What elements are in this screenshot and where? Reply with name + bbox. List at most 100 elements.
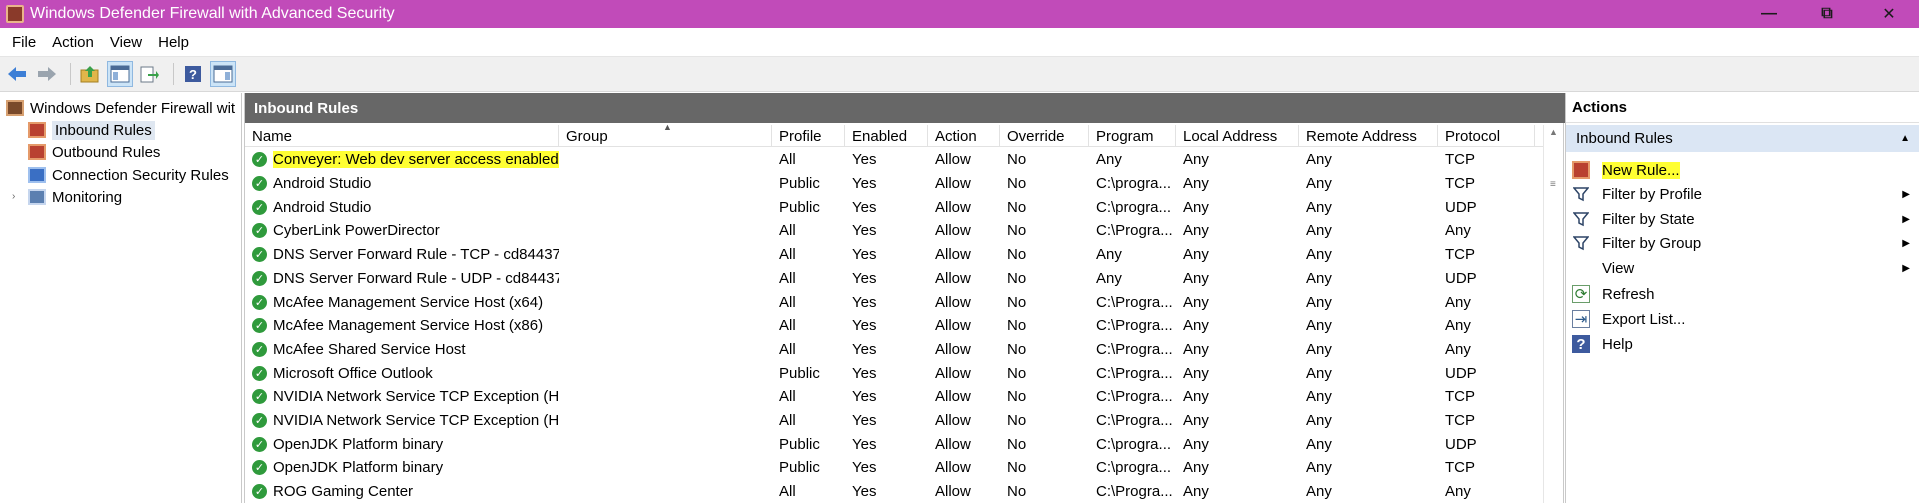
table-row[interactable]: ✓ OpenJDK Platform binary Public Yes Allow No… [245,432,1545,456]
cell-profile: Public [779,198,820,216]
table-row[interactable]: ✓ Android Studio Public Yes Allow No C:\progra… [245,172,1545,196]
cell-override: No [1007,483,1027,501]
column-header-name[interactable]: Name [245,125,559,147]
cell-remote-address: Any [1306,151,1332,169]
cell-action: Allow [935,151,971,169]
cell-program: C:\Progra... [1096,483,1173,501]
outbound-rules-icon [28,144,46,160]
filter-icon [1572,234,1590,252]
show-action-pane-icon[interactable] [210,61,236,87]
enabled-check-icon: ✓ [252,436,267,452]
column-header-profile[interactable]: Profile [772,125,845,147]
cell-action: Allow [935,340,971,358]
show-hide-console-tree-icon[interactable] [107,61,133,87]
scroll-up-icon[interactable]: ▲ [1549,127,1558,137]
tree-item-connection-security-rules[interactable]: Connection Security Rules [28,164,229,186]
table-row[interactable]: ✓ McAfee Management Service Host (x86) All… [245,314,1545,338]
enabled-check-icon: ✓ [252,176,267,192]
cell-override: No [1007,246,1027,264]
rules-list: ✓ Conveyer: Web dev server access enabled… [245,148,1545,503]
cell-remote-address: Any [1306,435,1332,453]
cell-profile: All [779,293,796,311]
help-icon[interactable]: ? [180,61,206,87]
column-header-local-address[interactable]: Local Address [1176,125,1299,147]
enabled-check-icon: ✓ [252,341,267,357]
menu-file[interactable]: File [4,34,44,51]
column-header-remote-address[interactable]: Remote Address [1299,125,1438,147]
cell-profile: All [779,222,796,240]
collapse-caret-icon[interactable]: ▲ [1900,133,1910,144]
cell-protocol: UDP [1445,269,1477,287]
menu-help[interactable]: Help [150,34,197,51]
action-label: Refresh [1602,285,1655,303]
action-label: Filter by Profile [1602,185,1703,203]
table-row[interactable]: ✓ NVIDIA Network Service TCP Exception (H… [245,409,1545,433]
action-label: View [1602,259,1635,277]
column-header-action[interactable]: Action [928,125,1000,147]
forward-arrow-icon[interactable] [34,61,60,87]
table-row[interactable]: ✓ McAfee Shared Service Host All Yes Allow No… [245,338,1545,362]
tree-item-outbound-rules[interactable]: Outbound Rules [28,141,160,163]
maximize-button[interactable]: ⧉ [1798,0,1856,28]
cell-group [559,409,772,433]
table-row[interactable]: ✓ DNS Server Forward Rule - UDP - cd84437… [245,267,1545,291]
table-row[interactable]: ✓ Microsoft Office Outlook Public Yes Allow N… [245,361,1545,385]
table-row[interactable]: ✓ Conveyer: Web dev server access enabled… [245,148,1545,172]
help-icon: ? [1572,335,1590,353]
cell-override: No [1007,317,1027,335]
cell-remote-address: Any [1306,269,1332,287]
table-row[interactable]: ✓ CyberLink PowerDirector All Yes Allow No C:\… [245,219,1545,243]
cell-remote-address: Any [1306,483,1332,501]
menu-action[interactable]: Action [44,34,102,51]
column-header-enabled[interactable]: Enabled [845,125,928,147]
toolbar: ? [0,56,1919,92]
enabled-check-icon: ✓ [252,318,267,334]
column-header-program[interactable]: Program [1089,125,1176,147]
enabled-check-icon: ✓ [252,484,267,500]
cell-group [559,432,772,456]
table-row[interactable]: ✓ Android Studio Public Yes Allow No C:\progra… [245,195,1545,219]
expand-chevron-icon[interactable]: › [12,191,15,202]
cell-action: Allow [935,293,971,311]
enabled-check-icon: ✓ [252,247,267,263]
tree-root[interactable]: Windows Defender Firewall wit [6,97,235,119]
back-arrow-icon[interactable] [4,61,30,87]
action-label: New Rule... [1602,161,1680,179]
cell-name: ✓ DNS Server Forward Rule - UDP - cd84437… [245,267,559,291]
column-header-override[interactable]: Override [1000,125,1089,147]
menu-view[interactable]: View [102,34,150,51]
vertical-scrollbar[interactable]: ▲ ≡ [1543,125,1563,503]
minimize-button[interactable]: — [1740,0,1798,28]
cell-remote-address: Any [1306,198,1332,216]
cell-local-address: Any [1183,269,1209,287]
cell-action: Allow [935,364,971,382]
table-row[interactable]: ✓ McAfee Management Service Host (x64) All… [245,290,1545,314]
action-label: Export List... [1602,310,1686,328]
enabled-check-icon: ✓ [252,294,267,310]
monitoring-icon [28,189,46,205]
cell-enabled: Yes [852,459,877,477]
cell-protocol: TCP [1445,246,1475,264]
actions-section-label: Inbound Rules [1576,130,1673,147]
export-list-icon[interactable] [137,61,163,87]
table-row[interactable]: ✓ NVIDIA Network Service TCP Exception (H… [245,385,1545,409]
enabled-check-icon: ✓ [252,152,267,168]
tree-item-inbound-rules[interactable]: Inbound Rules [28,119,155,141]
close-button[interactable]: ✕ [1860,0,1918,28]
up-folder-icon[interactable] [77,61,103,87]
cell-local-address: Any [1183,364,1209,382]
column-header-protocol[interactable]: Protocol [1438,125,1535,147]
actions-section-inbound-rules[interactable]: Inbound Rules ▲ [1566,125,1919,152]
cell-enabled: Yes [852,151,877,169]
cell-local-address: Any [1183,459,1209,477]
table-row[interactable]: ✓ ROG Gaming Center All Yes Allow No C:\Progra… [245,480,1545,503]
table-row[interactable]: ✓ DNS Server Forward Rule - TCP - cd84437… [245,243,1545,267]
action-label: Filter by State [1602,210,1695,228]
action-help[interactable]: ? Help [1566,329,1919,359]
cell-name: ✓ Android Studio [245,172,559,196]
table-row[interactable]: ✓ OpenJDK Platform binary Public Yes Allow No… [245,456,1545,480]
cell-program: C:\progra... [1096,198,1172,216]
tree-item-monitoring[interactable]: Monitoring [28,186,122,208]
cell-local-address: Any [1183,198,1209,216]
scroll-grip-icon[interactable]: ≡ [1550,179,1556,190]
